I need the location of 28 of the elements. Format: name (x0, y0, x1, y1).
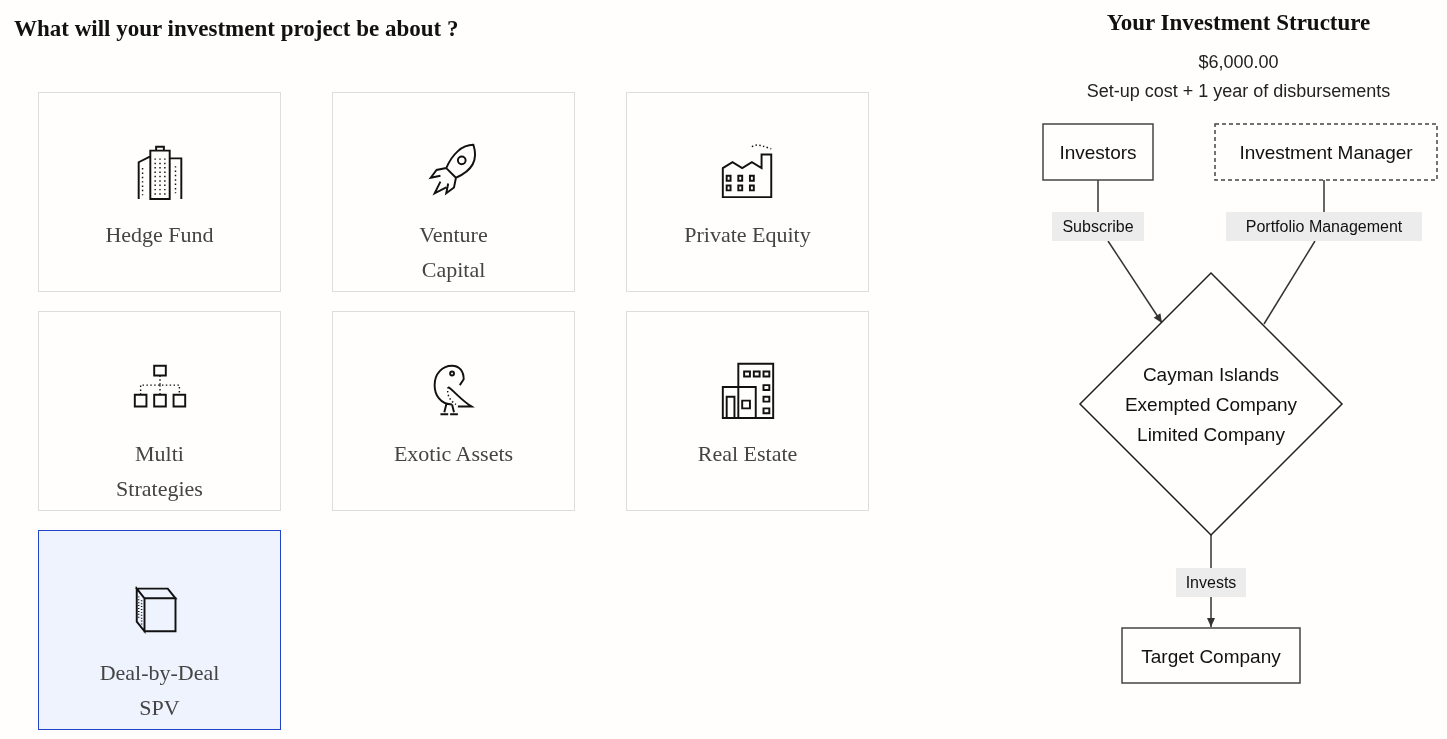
category-card[interactable]: Deal-by-Deal SPV (38, 530, 281, 730)
connector-line (1097, 179, 1099, 213)
card-label: Private Equity (684, 221, 811, 249)
card-label: Hedge Fund (105, 221, 214, 249)
card-label: Deal-by-Deal SPV (99, 659, 220, 722)
card-label: Multi Strategies (116, 440, 203, 503)
entity-node: Target Company (1121, 627, 1301, 684)
price-text: $6,000.00 (1198, 52, 1279, 73)
edge-label: Portfolio Management (1226, 212, 1422, 241)
category-card[interactable]: Exotic Assets (332, 311, 575, 511)
page-heading: What will your investment project be about ? (14, 16, 460, 43)
card-label: Exotic Assets (393, 440, 514, 468)
structure-title: Your Investment Structure (1106, 10, 1371, 36)
entity-diamond: Cayman Islands Exempted Company Limited Company (1078, 271, 1344, 537)
connector-line (1210, 534, 1212, 569)
entity-node: Investment Manager (1214, 123, 1438, 181)
card-label: Venture Capital (419, 221, 488, 284)
edge-label: Invests (1176, 568, 1246, 597)
category-card[interactable]: Multi Strategies (38, 311, 281, 511)
category-card[interactable]: Venture Capital (332, 92, 575, 292)
entity-node: Investors (1042, 123, 1154, 181)
card-label: Real Estate (697, 440, 798, 468)
connector-line (1323, 179, 1325, 213)
edge-label: Subscribe (1052, 212, 1144, 241)
cost-description: Set-up cost + 1 year of disbursements (1086, 81, 1391, 102)
category-card[interactable]: Private Equity (626, 92, 869, 292)
category-card[interactable]: Hedge Fund (38, 92, 281, 292)
category-card[interactable]: Real Estate (626, 311, 869, 511)
